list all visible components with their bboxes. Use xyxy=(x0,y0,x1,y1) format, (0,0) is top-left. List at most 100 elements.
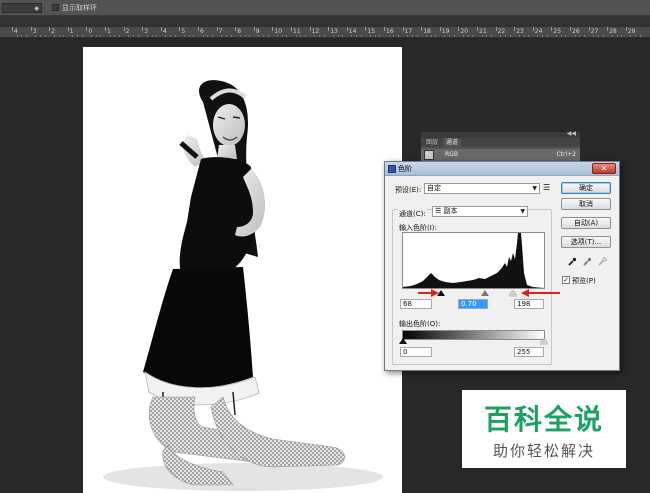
ruler-label: 22 xyxy=(497,28,506,35)
ruler-minor-tick xyxy=(118,35,120,37)
white-eyedropper-icon[interactable] xyxy=(597,257,607,267)
preset-label: 预设(E): xyxy=(395,186,422,194)
close-button[interactable]: ✕ xyxy=(592,163,616,174)
ruler-label: 6 xyxy=(200,28,204,35)
ruler-minor-tick xyxy=(337,35,339,37)
document-tab-strip xyxy=(0,16,650,27)
auto-button[interactable]: 自动(A) xyxy=(561,217,611,229)
dialog-titlebar[interactable]: 色阶 ✕ xyxy=(385,162,619,176)
gray-eyedropper-icon[interactable] xyxy=(582,257,592,267)
ruler-tick xyxy=(607,27,609,31)
ruler-minor-tick xyxy=(411,35,413,37)
ruler-tick xyxy=(216,27,218,31)
input-gamma-field[interactable]: 0.70 xyxy=(458,299,488,309)
ruler-minor-tick xyxy=(523,35,525,37)
ruler-label: 29 xyxy=(627,28,636,35)
ruler-minor-tick xyxy=(249,35,251,37)
ok-button[interactable]: 确定 xyxy=(561,182,611,194)
output-white-field[interactable]: 255 xyxy=(514,347,544,357)
histogram-graph xyxy=(403,233,544,288)
input-white-field[interactable]: 198 xyxy=(514,299,544,309)
options-button[interactable]: 选项(T)... xyxy=(561,236,611,248)
ruler-label: 5 xyxy=(181,28,186,35)
ruler-minor-tick xyxy=(616,35,618,37)
ruler-minor-tick xyxy=(174,35,176,37)
chevron-down-icon: ▼ xyxy=(520,208,525,215)
ruler-minor-tick xyxy=(444,35,446,37)
ruler-minor-tick xyxy=(416,35,418,37)
show-sampling-ring-checkbox[interactable] xyxy=(52,4,59,11)
ruler-tick xyxy=(439,27,441,31)
ruler-minor-tick xyxy=(472,35,474,37)
ruler-label: 3 xyxy=(144,28,149,35)
ruler-minor-tick xyxy=(277,35,279,37)
ruler-minor-tick xyxy=(370,35,372,37)
options-bar: ◆ 显示取样环 xyxy=(0,0,650,16)
panel-tabs: 图层 通道 xyxy=(421,138,580,147)
ruler-minor-tick xyxy=(170,35,172,37)
output-levels-label: 输出色阶(O): xyxy=(399,320,441,328)
tab-channels[interactable]: 通道 xyxy=(443,138,462,147)
document-photo[interactable] xyxy=(83,47,402,493)
tab-layers[interactable]: 图层 xyxy=(423,138,441,147)
watermark-title: 百科全说 xyxy=(483,403,604,436)
output-white-slider[interactable] xyxy=(540,338,548,344)
ruler-tick xyxy=(514,27,516,31)
ruler-minor-tick xyxy=(21,35,23,37)
ruler-minor-tick xyxy=(258,35,260,37)
input-gamma-slider[interactable] xyxy=(481,290,489,296)
preset-select[interactable]: 自定 ▼ xyxy=(424,183,540,194)
channel-select[interactable]: ☰ 副本 ▼ xyxy=(432,206,528,217)
ruler-minor-tick xyxy=(44,35,46,37)
channel-select-icon: ☰ xyxy=(435,207,444,215)
ruler-minor-tick xyxy=(463,35,465,37)
ruler-minor-tick xyxy=(72,35,74,37)
ruler-label: 15 xyxy=(367,28,376,35)
ruler-minor-tick xyxy=(630,35,632,37)
ruler-minor-tick xyxy=(239,35,241,37)
output-black-slider[interactable] xyxy=(399,338,407,344)
ruler-minor-tick xyxy=(518,35,520,37)
show-sampling-ring-label: 显示取样环 xyxy=(62,4,97,12)
ruler-minor-tick xyxy=(202,35,204,37)
ruler-tick xyxy=(384,27,385,31)
ruler-minor-tick xyxy=(267,35,269,37)
ruler-tick xyxy=(253,27,255,31)
input-black-field[interactable]: 68 xyxy=(400,299,432,309)
ruler-label: 13 xyxy=(330,28,338,35)
ruler-minor-tick xyxy=(225,35,227,37)
ruler-minor-tick xyxy=(230,35,232,37)
preview-checkbox[interactable]: ✓ xyxy=(562,276,570,284)
ruler-minor-tick xyxy=(542,35,544,37)
ruler-tick xyxy=(421,27,423,31)
ruler-label: 7 xyxy=(218,28,223,35)
output-black-field[interactable]: 0 xyxy=(400,347,432,357)
channel-row-rgb[interactable]: RGB Ctrl+2 xyxy=(421,149,580,161)
sample-size-dropdown[interactable]: ◆ xyxy=(2,3,42,13)
ruler-tick xyxy=(570,27,571,31)
collapse-icon[interactable]: ◀◀ xyxy=(567,130,576,137)
ruler-minor-tick xyxy=(77,35,79,37)
ruler-tick xyxy=(160,27,162,31)
ruler-minor-tick xyxy=(295,35,297,37)
ruler-tick xyxy=(328,27,330,31)
ruler-minor-tick xyxy=(184,35,186,37)
ruler-minor-tick xyxy=(146,35,148,37)
preset-options-icon[interactable]: ☰ xyxy=(543,183,550,192)
ruler-minor-tick xyxy=(342,35,344,37)
ruler-minor-tick xyxy=(211,35,213,37)
cancel-button[interactable]: 取消 xyxy=(561,198,611,210)
ruler-minor-tick xyxy=(156,35,158,37)
ruler-minor-tick xyxy=(151,35,153,37)
ruler-minor-tick xyxy=(467,35,469,37)
ruler-minor-tick xyxy=(16,35,18,37)
input-white-slider[interactable] xyxy=(509,290,517,296)
ruler-minor-tick xyxy=(425,35,427,37)
black-eyedropper-icon[interactable] xyxy=(567,257,577,267)
ruler-minor-tick xyxy=(407,35,409,37)
ruler-tick xyxy=(235,27,237,31)
ruler-label: 14 xyxy=(348,28,357,35)
horizontal-ruler[interactable]: 4 3 2 1 0 1 2 3 4 5 6 7 8 9 10 11 12 13 14 15 16 17 18 19 20 21 22… xyxy=(0,27,650,38)
ruler-minor-tick xyxy=(137,35,139,37)
ruler-label: 27 xyxy=(590,28,599,35)
